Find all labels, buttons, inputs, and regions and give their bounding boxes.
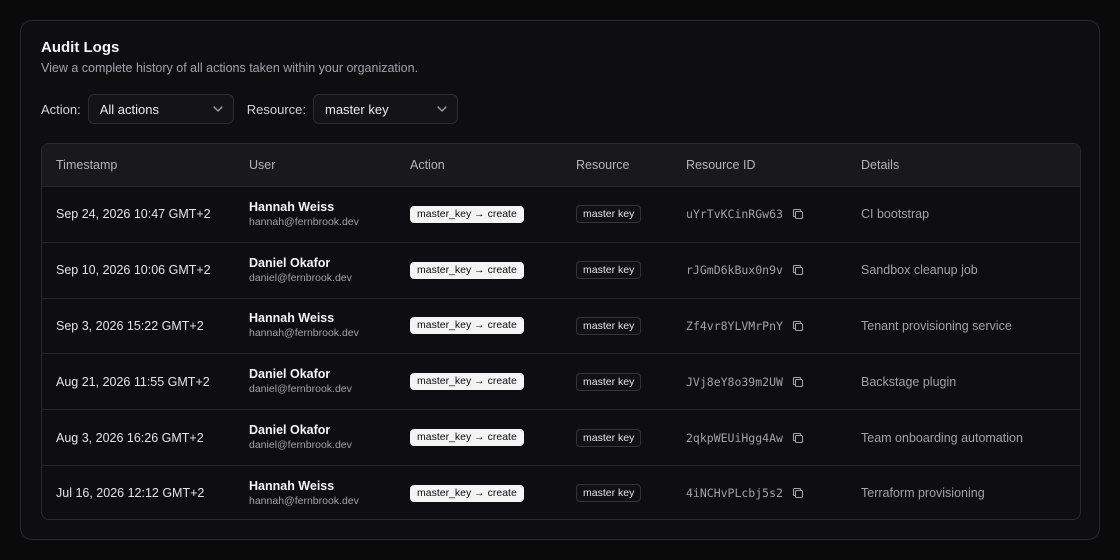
copy-icon[interactable] (792, 376, 804, 388)
timestamp-cell: Sep 3, 2026 15:22 GMT+2 (56, 318, 204, 333)
table-body: Sep 24, 2026 10:47 GMT+2 Hannah Weiss hann… (42, 186, 1080, 519)
resource-id-value: 4iNCHvPLcbj5s2 (686, 486, 783, 501)
action-badge: master_key → create (410, 373, 524, 391)
copy-icon[interactable] (792, 264, 804, 276)
resource-id-cell: 4iNCHvPLcbj5s2 (686, 486, 861, 500)
action-badge: master_key → create (410, 261, 524, 279)
resource-badge: master key (576, 205, 642, 224)
audit-logs-card: Audit Logs View a complete history of al… (20, 20, 1100, 540)
user-name: Daniel Okafor (249, 367, 331, 382)
resource-filter-value: master key (325, 101, 389, 117)
page-title: Audit Logs (41, 39, 120, 56)
column-header-timestamp: Timestamp (56, 158, 118, 172)
user-name: Hannah Weiss (249, 478, 335, 493)
resource-id-cell: JVj8eY8o39m2UW (686, 375, 861, 389)
details-cell: Tenant provisioning service (861, 318, 1012, 333)
resource-id-value: JVj8eY8o39m2UW (686, 374, 783, 389)
user-name: Hannah Weiss (249, 311, 335, 326)
copy-icon[interactable] (792, 432, 804, 444)
resource-badge: master key (576, 372, 642, 391)
resource-id-cell: uYrTvKCinRGw63 (686, 207, 861, 221)
details-cell: CI bootstrap (861, 207, 930, 222)
copy-icon[interactable] (792, 487, 804, 499)
user-name: Daniel Okafor (249, 255, 331, 270)
timestamp-cell: Jul 16, 2026 12:12 GMT+2 (56, 486, 205, 501)
column-header-details: Details (861, 158, 900, 172)
user-email: daniel@fernbrook.dev (249, 383, 352, 396)
action-filter-select[interactable]: All actions (87, 94, 234, 124)
table-row: Sep 10, 2026 10:06 GMT+2 Daniel Okafor dan… (42, 241, 1080, 298)
resource-badge: master key (576, 428, 642, 447)
resource-filter-label: Resource: (246, 101, 306, 117)
resource-badge: master key (576, 316, 642, 335)
resource-id-value: rJGmD6kBux0n9v (686, 263, 783, 278)
timestamp-cell: Aug 3, 2026 16:26 GMT+2 (56, 430, 204, 445)
table-row: Sep 24, 2026 10:47 GMT+2 Hannah Weiss hann… (42, 186, 1080, 242)
resource-id-cell: rJGmD6kBux0n9v (686, 263, 861, 277)
column-header-resource: Resource (576, 158, 630, 172)
timestamp-cell: Sep 10, 2026 10:06 GMT+2 (56, 263, 211, 278)
user-cell: Hannah Weiss hannah@fernbrook.dev (249, 479, 410, 508)
resource-filter-select[interactable]: master key (313, 94, 458, 124)
filter-bar: Action: All actions Resource: master key (41, 94, 458, 124)
table-row: Jul 16, 2026 12:12 GMT+2 Hannah Weiss hann… (42, 464, 1080, 519)
column-header-user: User (249, 158, 276, 172)
column-header-resource-id: Resource ID (686, 158, 756, 172)
action-badge: master_key → create (410, 484, 524, 502)
audit-log-table: Timestamp User Action Resource Resource … (41, 143, 1081, 520)
action-badge: master_key → create (410, 429, 524, 447)
action-filter-label: Action: (41, 101, 81, 117)
user-cell: Daniel Okafor daniel@fernbrook.dev (249, 423, 410, 452)
resource-badge: master key (576, 261, 642, 280)
table-row: Aug 21, 2026 11:55 GMT+2 Daniel Okafor dan… (42, 353, 1080, 409)
resource-id-value: Zf4vr8YLVMrPnY (686, 318, 783, 333)
user-cell: Hannah Weiss hannah@fernbrook.dev (249, 311, 410, 340)
user-email: daniel@fernbrook.dev (249, 271, 352, 284)
copy-icon[interactable] (792, 208, 804, 220)
copy-icon[interactable] (792, 320, 804, 332)
resource-badge: master key (576, 484, 642, 503)
table-row: Aug 3, 2026 16:26 GMT+2 Daniel Okafor dani… (42, 409, 1080, 465)
details-cell: Sandbox cleanup job (861, 263, 978, 278)
action-filter-value: All actions (99, 101, 159, 117)
user-email: hannah@fernbrook.dev (249, 494, 359, 507)
table-row: Sep 3, 2026 15:22 GMT+2 Hannah Weiss hanna… (42, 297, 1080, 354)
timestamp-cell: Sep 24, 2026 10:47 GMT+2 (56, 207, 211, 222)
resource-id-cell: 2qkpWEUiHgg4Aw (686, 431, 861, 445)
details-cell: Team onboarding automation (861, 430, 1023, 445)
user-cell: Hannah Weiss hannah@fernbrook.dev (249, 200, 410, 229)
chevron-down-icon (213, 104, 223, 114)
details-cell: Backstage plugin (861, 374, 957, 389)
resource-id-value: uYrTvKCinRGw63 (686, 207, 783, 222)
user-name: Daniel Okafor (249, 423, 331, 438)
table-header: Timestamp User Action Resource Resource … (42, 144, 1080, 186)
user-email: hannah@fernbrook.dev (249, 215, 359, 228)
action-badge: master_key → create (410, 205, 524, 223)
user-email: hannah@fernbrook.dev (249, 327, 359, 340)
timestamp-cell: Aug 21, 2026 11:55 GMT+2 (56, 374, 210, 389)
user-cell: Daniel Okafor daniel@fernbrook.dev (249, 367, 410, 396)
details-cell: Terraform provisioning (861, 486, 985, 501)
user-cell: Daniel Okafor daniel@fernbrook.dev (249, 256, 410, 285)
user-name: Hannah Weiss (249, 199, 335, 214)
resource-id-cell: Zf4vr8YLVMrPnY (686, 319, 861, 333)
action-badge: master_key → create (410, 317, 524, 335)
resource-id-value: 2qkpWEUiHgg4Aw (686, 430, 783, 445)
page-subtitle: View a complete history of all actions t… (41, 61, 419, 75)
chevron-down-icon (437, 104, 447, 114)
user-email: daniel@fernbrook.dev (249, 439, 352, 452)
column-header-action: Action (410, 158, 445, 172)
